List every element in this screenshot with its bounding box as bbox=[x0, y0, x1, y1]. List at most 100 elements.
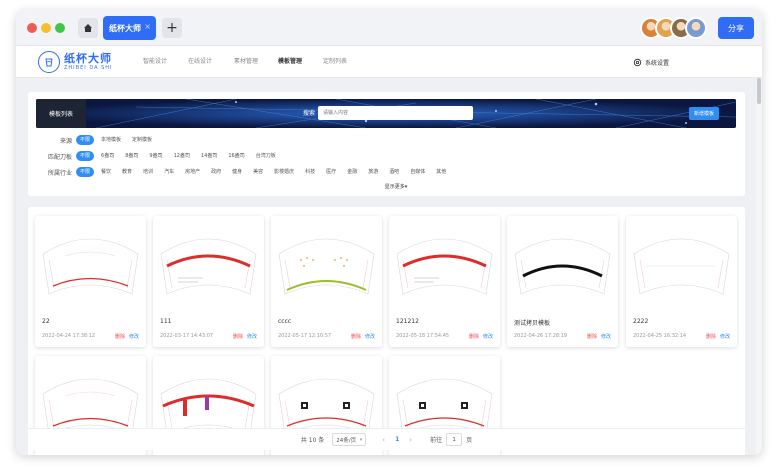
avatar-group[interactable] bbox=[640, 17, 710, 39]
filter-chip[interactable]: 影楼婚庆 bbox=[270, 167, 298, 177]
page-number-current[interactable]: 1 bbox=[395, 436, 399, 443]
system-settings-button[interactable]: 系统设置 bbox=[633, 46, 669, 78]
page-size-select[interactable]: 24条/页 ▾ bbox=[332, 433, 367, 446]
filter-chip[interactable]: 金融 bbox=[343, 167, 361, 177]
nav-material-management[interactable]: 素材管理 bbox=[234, 46, 258, 78]
template-title: 111 bbox=[160, 318, 172, 325]
nav-online-design[interactable]: 在线设计 bbox=[188, 46, 212, 78]
logo-title: 纸杯大师 bbox=[64, 52, 112, 65]
template-date: 2022-04-24 17:38:12 bbox=[42, 333, 96, 339]
minimize-window-button[interactable] bbox=[41, 23, 51, 33]
search-input[interactable] bbox=[318, 106, 473, 120]
gear-icon bbox=[633, 58, 642, 66]
template-card[interactable]: cccc 2022-05-17 12:10:57 删除 修改 bbox=[271, 216, 382, 347]
search-label: 搜索 bbox=[303, 110, 316, 117]
filter-chip[interactable]: 旅游 bbox=[364, 167, 382, 177]
show-more-button[interactable]: 显示更多▾ bbox=[358, 183, 434, 190]
delete-button[interactable]: 删除 bbox=[587, 333, 597, 340]
prev-page-button[interactable]: ‹ bbox=[382, 436, 385, 444]
template-card[interactable]: 111 2022-03-17 14:43:07 删除 修改 bbox=[153, 216, 264, 347]
delete-button[interactable]: 删除 bbox=[706, 333, 716, 340]
nav-smart-design[interactable]: 智能设计 bbox=[143, 46, 167, 78]
filter-chip[interactable]: 16盎司 bbox=[224, 151, 248, 161]
maximize-window-button[interactable] bbox=[55, 23, 65, 33]
filter-chip[interactable]: 不限 bbox=[76, 135, 95, 145]
tab-close-icon[interactable]: × bbox=[144, 22, 151, 31]
home-icon bbox=[84, 24, 92, 32]
add-template-button[interactable]: 新增模板 bbox=[689, 107, 719, 120]
filter-chip[interactable]: 教育 bbox=[118, 167, 136, 177]
page-unit-label: 页 bbox=[466, 437, 473, 444]
filter-chip[interactable]: 健身 bbox=[228, 167, 246, 177]
filter-chip[interactable]: 培训 bbox=[139, 167, 157, 177]
page-size-value: 24条/页 bbox=[336, 437, 357, 444]
template-date: 2022-04-26 17:28:19 bbox=[514, 333, 568, 339]
filter-chip[interactable]: 6盎司 bbox=[97, 151, 118, 161]
new-tab-button[interactable]: + bbox=[162, 18, 182, 38]
pagination-total: 共 10 条 bbox=[300, 437, 325, 444]
main-content: 模板列表 搜索 新增模板 来源不限本地模板定制模板匹配刀板不限6盎司8盎司9盎司… bbox=[16, 78, 756, 455]
home-button[interactable] bbox=[78, 18, 98, 38]
template-card[interactable]: 测试拷贝模板 2022-04-26 17:28:19 删除 修改 bbox=[507, 216, 618, 347]
template-title: 121212 bbox=[396, 318, 419, 325]
nav-custom-list[interactable]: 定制列表 bbox=[323, 46, 347, 78]
filter-chip[interactable]: 台湾刀板 bbox=[252, 151, 280, 161]
filter-chip[interactable]: 餐饮 bbox=[97, 167, 115, 177]
cup-template-preview bbox=[160, 238, 257, 295]
cup-template-preview bbox=[514, 238, 611, 295]
scrollbar-thumb[interactable] bbox=[757, 78, 761, 104]
logo-subtitle: ZHIBEI DA SHI bbox=[64, 65, 113, 71]
template-title: 测试拷贝模板 bbox=[514, 320, 551, 327]
edit-button[interactable]: 修改 bbox=[483, 333, 493, 340]
cup-template-preview bbox=[396, 238, 493, 295]
avatar[interactable] bbox=[685, 17, 707, 39]
tab-label: 纸杯大师 bbox=[109, 23, 141, 33]
delete-button[interactable]: 删除 bbox=[233, 333, 243, 340]
filter-chip[interactable]: 12盎司 bbox=[170, 151, 194, 161]
edit-button[interactable]: 修改 bbox=[720, 333, 730, 340]
template-card[interactable]: 121212 2022-05-18 17:54:45 删除 修改 bbox=[389, 216, 500, 347]
filter-chip[interactable]: 政府 bbox=[207, 167, 225, 177]
app-window: 纸杯大师 × + 分享 纸杯大师 ZHIBEI DA SHI 智能设计 在线设计… bbox=[16, 10, 762, 455]
filter-chip[interactable]: 医疗 bbox=[322, 167, 340, 177]
template-grid: 22 2022-04-24 17:38:12 删除 修改 111 2022-03-17 1… bbox=[28, 207, 745, 455]
template-card[interactable]: 2222 2022-04-25 16:32:14 删除 修改 bbox=[626, 216, 737, 347]
filter-chip[interactable]: 其他 bbox=[432, 167, 450, 177]
filter-chip[interactable]: 不限 bbox=[76, 151, 95, 161]
logo[interactable]: 纸杯大师 ZHIBEI DA SHI bbox=[38, 50, 113, 74]
filter-chip[interactable]: 8盎司 bbox=[121, 151, 142, 161]
delete-button[interactable]: 删除 bbox=[115, 333, 125, 340]
filter-chip[interactable]: 9盎司 bbox=[145, 151, 166, 161]
filter-chip[interactable]: 汽车 bbox=[160, 167, 178, 177]
cup-logo-icon bbox=[38, 51, 60, 73]
vertical-scrollbar[interactable] bbox=[756, 78, 762, 455]
filter-chip[interactable]: 酒吧 bbox=[385, 167, 403, 177]
filter-chip[interactable]: 14盎司 bbox=[197, 151, 221, 161]
filter-chip[interactable]: 房地产 bbox=[181, 167, 204, 177]
cup-template-preview bbox=[633, 238, 730, 295]
edit-button[interactable]: 修改 bbox=[247, 333, 257, 340]
delete-button[interactable]: 删除 bbox=[351, 333, 361, 340]
page-jump-input[interactable]: 1 bbox=[446, 433, 463, 446]
filter-chip[interactable]: 自媒体 bbox=[406, 167, 429, 177]
filter-row-label: 所属行业 bbox=[47, 169, 72, 177]
filter-chip[interactable]: 美容 bbox=[249, 167, 267, 177]
edit-button[interactable]: 修改 bbox=[601, 333, 611, 340]
nav-template-management[interactable]: 模板管理 bbox=[278, 46, 302, 78]
filter-chip[interactable]: 定制模板 bbox=[128, 135, 156, 145]
share-button[interactable]: 分享 bbox=[718, 17, 754, 39]
banner-title: 模板列表 bbox=[36, 99, 86, 128]
pagination: 共 10 条 24条/页 ▾ ‹ 1 › 前往 1 页 bbox=[28, 428, 745, 450]
delete-button[interactable]: 删除 bbox=[469, 333, 479, 340]
next-page-button[interactable]: › bbox=[409, 436, 412, 444]
edit-button[interactable]: 修改 bbox=[129, 333, 139, 340]
close-window-button[interactable] bbox=[27, 23, 37, 33]
edit-button[interactable]: 修改 bbox=[365, 333, 375, 340]
filter-chip[interactable]: 科技 bbox=[301, 167, 319, 177]
template-card[interactable]: 22 2022-04-24 17:38:12 删除 修改 bbox=[35, 216, 146, 347]
template-date: 2022-05-18 17:54:45 bbox=[396, 333, 450, 339]
tab-zhibei-dashi[interactable]: 纸杯大师 × bbox=[103, 16, 156, 40]
filter-chip[interactable]: 不限 bbox=[76, 167, 95, 177]
filter-row: 匹配刀板 不限 6盎司 8盎司 9盎司 12盎司 14盎司 16盎司 台湾刀板 bbox=[28, 150, 283, 162]
filter-chip[interactable]: 本地模板 bbox=[97, 135, 125, 145]
